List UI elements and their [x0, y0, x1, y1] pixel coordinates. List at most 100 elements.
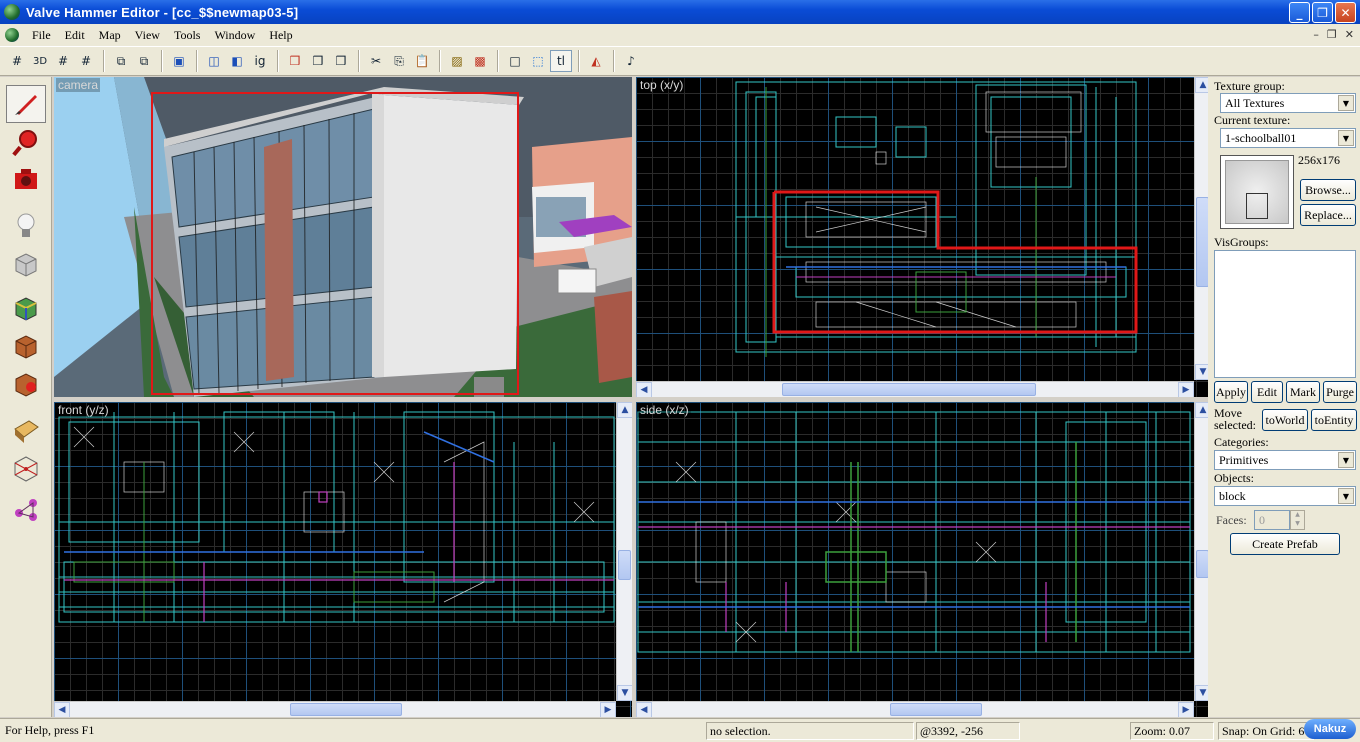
spin-up-icon[interactable]: ▲: [1291, 511, 1304, 520]
group-icon[interactable]: ⧉: [110, 50, 132, 72]
scroll-left-icon[interactable]: ◀: [636, 702, 652, 717]
menu-map[interactable]: Map: [92, 28, 128, 43]
camera-viewport[interactable]: camera: [54, 77, 632, 397]
mdi-minimize-button[interactable]: –: [1313, 28, 1319, 41]
grid-toggle-icon[interactable]: #: [6, 50, 28, 72]
texture-apply-icon[interactable]: ▨: [446, 50, 468, 72]
menu-help[interactable]: Help: [262, 28, 299, 43]
purge-button[interactable]: Purge: [1323, 381, 1357, 403]
select-lasso-icon[interactable]: ⬚: [527, 50, 549, 72]
brick-cube-icon: [15, 335, 37, 359]
categories-select[interactable]: Primitives ▼: [1214, 450, 1356, 470]
scroll-right-icon[interactable]: ▶: [1178, 382, 1194, 397]
front-viewport[interactable]: front (y/z) ▲ ▼ ◀ ▶: [54, 402, 632, 717]
apply-button[interactable]: Apply: [1214, 381, 1248, 403]
menu-edit[interactable]: Edit: [58, 28, 92, 43]
maximize-button[interactable]: ❐: [1312, 2, 1333, 23]
camera-tool[interactable]: [6, 161, 46, 199]
make-box-icon[interactable]: ❒: [330, 50, 352, 72]
front-viewport-hscroll[interactable]: ◀ ▶: [54, 701, 616, 717]
front-viewport-vscroll[interactable]: ▲ ▼: [616, 402, 632, 701]
scroll-thumb[interactable]: [782, 383, 1036, 396]
scroll-right-icon[interactable]: ▶: [1178, 702, 1194, 717]
vertex-tool[interactable]: [6, 489, 46, 527]
browse-button[interactable]: Browse...: [1300, 179, 1356, 201]
create-prefab-button[interactable]: Create Prefab: [1230, 533, 1340, 555]
load-window-state-icon[interactable]: ▣: [168, 50, 190, 72]
vertex-icon: [15, 499, 37, 521]
side-viewport[interactable]: side (x/z) ▲ ▼ ◀ ▶: [636, 402, 1210, 717]
edit-button[interactable]: Edit: [1251, 381, 1283, 403]
hollow-icon[interactable]: ❒: [307, 50, 329, 72]
show-items-icon[interactable]: ◧: [226, 50, 248, 72]
run-map-icon[interactable]: ◭: [585, 50, 607, 72]
hammer-app-icon[interactable]: [4, 4, 20, 20]
decal-tool[interactable]: [6, 365, 46, 403]
document-icon[interactable]: [5, 28, 19, 42]
chevron-down-icon[interactable]: ▼: [1338, 130, 1354, 146]
scroll-thumb[interactable]: [890, 703, 982, 716]
minimize-button[interactable]: _: [1289, 2, 1310, 23]
scroll-thumb[interactable]: [290, 703, 402, 716]
spin-down-icon[interactable]: ▼: [1291, 520, 1304, 529]
entity-tool[interactable]: [6, 207, 46, 245]
menu-tools[interactable]: Tools: [167, 28, 208, 43]
side-viewport-hscroll[interactable]: ◀ ▶: [636, 701, 1194, 717]
to-entity-button[interactable]: toEntity: [1311, 409, 1357, 431]
texture-preview[interactable]: [1220, 155, 1294, 229]
mdi-close-button[interactable]: ✕: [1345, 28, 1354, 41]
scroll-thumb[interactable]: [618, 550, 631, 580]
texture-tool[interactable]: [6, 289, 46, 327]
block-tool[interactable]: [6, 245, 46, 283]
close-button[interactable]: ✕: [1335, 2, 1356, 23]
selection-tool[interactable]: [6, 85, 46, 123]
ungroup-icon[interactable]: ⧉: [133, 50, 155, 72]
paste-icon[interactable]: 📋: [411, 50, 433, 72]
grid-larger-icon[interactable]: #: [75, 50, 97, 72]
overlay-tool[interactable]: [6, 411, 46, 449]
select-box-icon[interactable]: □: [504, 50, 526, 72]
main-toolbar: # 3D # # ⧉ ⧉ ▣ ◫ ◧ ig ❒ ❒ ❒ ✂ ⎘ 📋 ▨ ▩ □ …: [0, 46, 1360, 76]
scroll-left-icon[interactable]: ◀: [54, 702, 70, 717]
mark-button[interactable]: Mark: [1286, 381, 1320, 403]
texture-group-select[interactable]: All Textures ▼: [1220, 93, 1356, 113]
scroll-down-icon[interactable]: ▼: [617, 685, 632, 701]
current-texture-select[interactable]: 1-schoolball01 ▼: [1220, 128, 1356, 148]
scroll-right-icon[interactable]: ▶: [600, 702, 616, 717]
chevron-down-icon[interactable]: ▼: [1338, 95, 1354, 111]
objects-select[interactable]: block ▼: [1214, 486, 1356, 506]
top-viewport-hscroll[interactable]: ◀ ▶: [636, 381, 1194, 397]
faces-spinner[interactable]: ▲ ▼: [1290, 510, 1305, 530]
sound-icon[interactable]: ♪: [620, 50, 642, 72]
texture-lock-icon[interactable]: ig: [249, 50, 271, 72]
faces-value: 0: [1259, 513, 1265, 527]
scroll-left-icon[interactable]: ◀: [636, 382, 652, 397]
chevron-down-icon[interactable]: ▼: [1338, 452, 1354, 468]
magnify-tool[interactable]: [6, 123, 46, 161]
3d-grid-icon[interactable]: 3D: [29, 50, 51, 72]
menu-view[interactable]: View: [128, 28, 167, 43]
copy-icon[interactable]: ⎘: [388, 50, 410, 72]
chevron-down-icon[interactable]: ▼: [1338, 488, 1354, 504]
hide-items-icon[interactable]: ◫: [203, 50, 225, 72]
decals-icon[interactable]: ▩: [469, 50, 491, 72]
mdi-restore-button[interactable]: ❐: [1327, 28, 1337, 41]
visgroups-list[interactable]: [1214, 250, 1356, 378]
menu-window[interactable]: Window: [207, 28, 262, 43]
carve-icon[interactable]: ❒: [284, 50, 306, 72]
top-viewport[interactable]: top (x/y) ▲ ▼ ◀ ▶: [636, 77, 1210, 397]
replace-button[interactable]: Replace...: [1300, 204, 1356, 226]
texture-cube-icon: [15, 297, 37, 321]
faces-field[interactable]: 0: [1254, 510, 1290, 530]
light-bulb-icon: [17, 213, 35, 237]
clipping-tool[interactable]: [6, 449, 46, 487]
menu-file[interactable]: File: [25, 28, 58, 43]
camera-viewport-label: camera: [56, 78, 101, 92]
grid-smaller-icon[interactable]: #: [52, 50, 74, 72]
apply-current-texture-tool[interactable]: [6, 327, 46, 365]
tl-toggle-button[interactable]: tl: [550, 50, 572, 72]
cut-icon[interactable]: ✂: [365, 50, 387, 72]
scroll-up-icon[interactable]: ▲: [617, 402, 632, 418]
magnify-icon: [12, 130, 37, 157]
to-world-button[interactable]: toWorld: [1262, 409, 1308, 431]
